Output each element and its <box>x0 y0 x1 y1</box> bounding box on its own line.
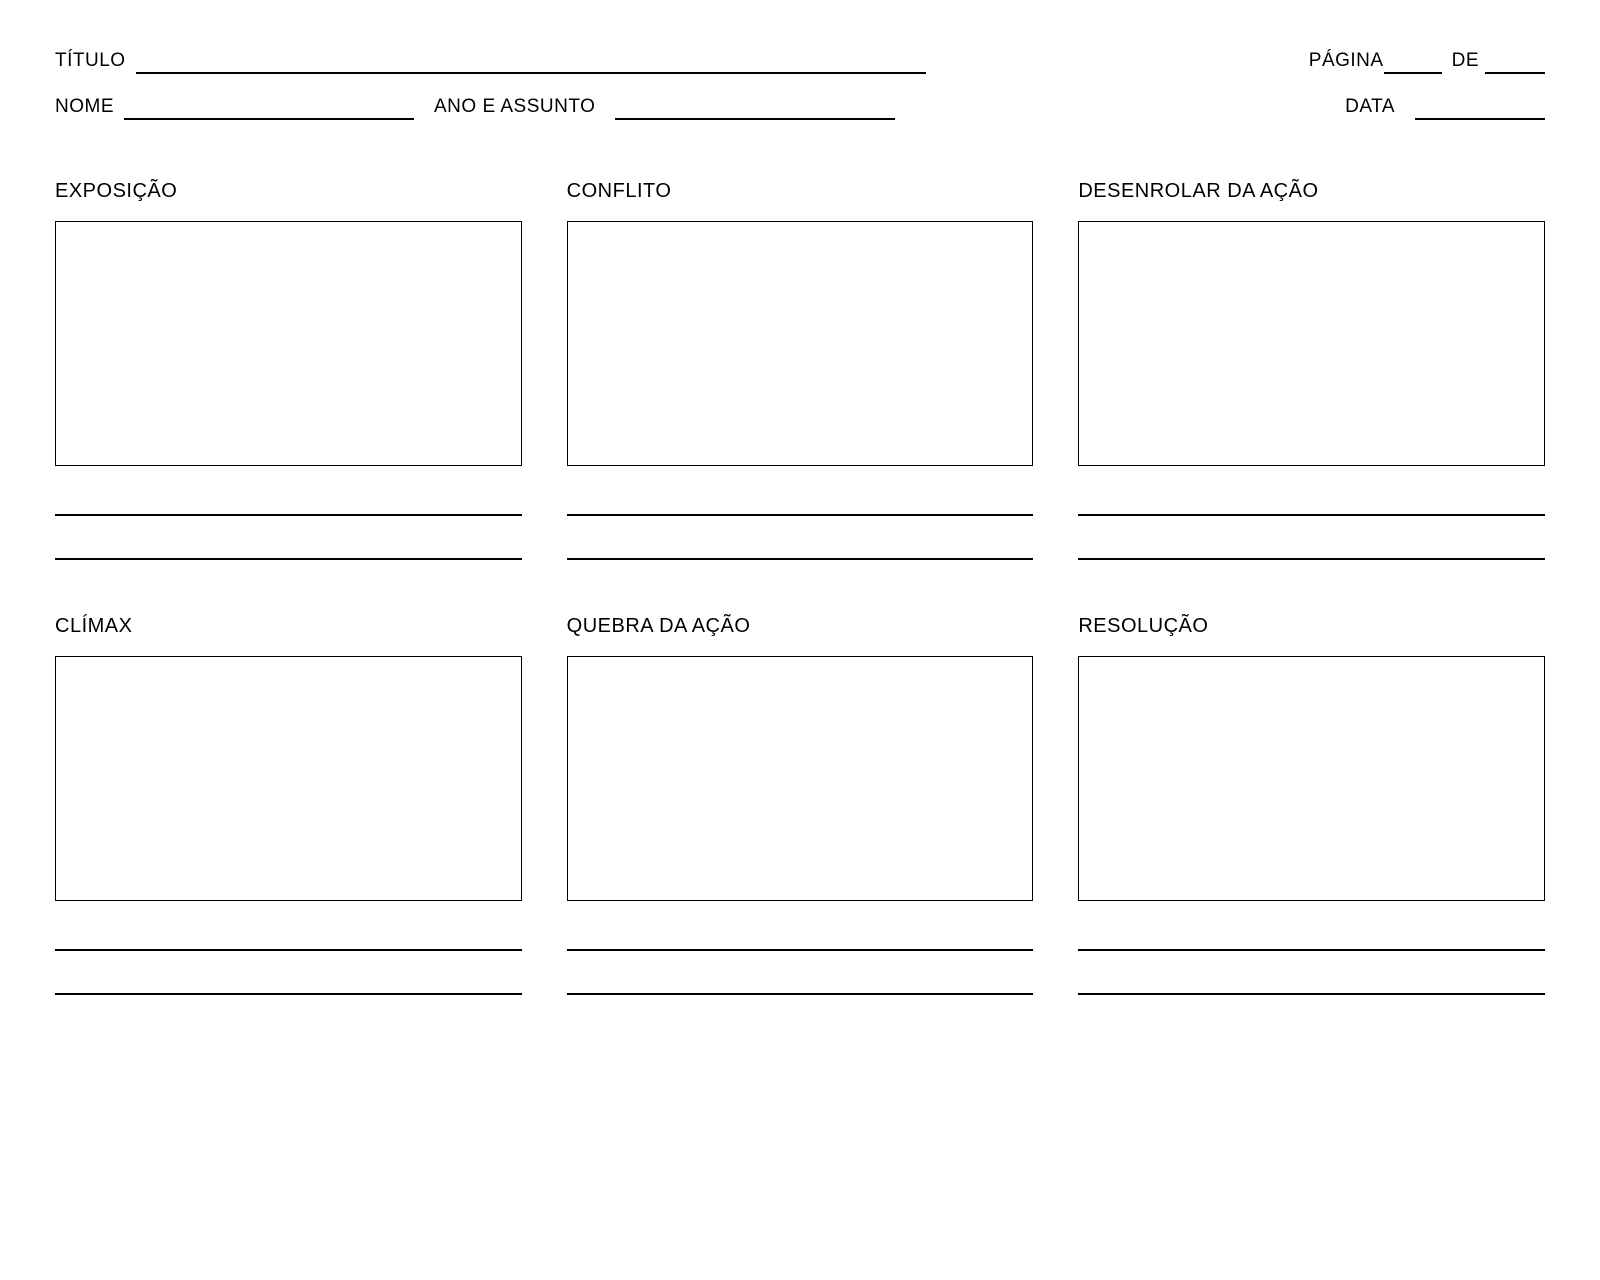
panel-title: EXPOSIÇÃO <box>55 180 522 203</box>
panel-exposicao: EXPOSIÇÃO <box>55 180 522 560</box>
caption-line[interactable] <box>567 973 1034 995</box>
panel-caption-lines <box>55 929 522 995</box>
panel-drawing-box[interactable] <box>567 221 1034 466</box>
titulo-label: TÍTULO <box>55 50 126 74</box>
caption-line[interactable] <box>567 494 1034 516</box>
nome-input-line[interactable] <box>124 100 414 120</box>
header-row-2: NOME ANO E ASSUNTO DATA <box>55 96 1545 120</box>
pagina-label: PÁGINA <box>1309 50 1384 74</box>
caption-line[interactable] <box>1078 494 1545 516</box>
panel-title: DESENROLAR DA AÇÃO <box>1078 180 1545 203</box>
header-row-1: TÍTULO PÁGINA DE <box>55 50 1545 74</box>
caption-line[interactable] <box>55 973 522 995</box>
panel-caption-lines <box>567 929 1034 995</box>
panel-caption-lines <box>1078 494 1545 560</box>
panel-conflito: CONFLITO <box>567 180 1034 560</box>
panel-drawing-box[interactable] <box>55 656 522 901</box>
panel-title: QUEBRA DA AÇÃO <box>567 615 1034 638</box>
panel-resolucao: RESOLUÇÃO <box>1078 615 1545 995</box>
pagina-total-input-line[interactable] <box>1485 54 1545 74</box>
panel-title: CONFLITO <box>567 180 1034 203</box>
caption-line[interactable] <box>1078 538 1545 560</box>
panel-climax: CLÍMAX <box>55 615 522 995</box>
caption-line[interactable] <box>567 929 1034 951</box>
ano-assunto-label: ANO E ASSUNTO <box>434 96 595 120</box>
panel-caption-lines <box>567 494 1034 560</box>
panel-drawing-box[interactable] <box>1078 656 1545 901</box>
caption-line[interactable] <box>1078 929 1545 951</box>
panel-quebra: QUEBRA DA AÇÃO <box>567 615 1034 995</box>
data-input-line[interactable] <box>1415 100 1545 120</box>
caption-line[interactable] <box>55 538 522 560</box>
caption-line[interactable] <box>55 494 522 516</box>
caption-line[interactable] <box>55 929 522 951</box>
panel-drawing-box[interactable] <box>1078 221 1545 466</box>
ano-assunto-input-line[interactable] <box>615 100 895 120</box>
de-label: DE <box>1452 50 1479 74</box>
panel-title: RESOLUÇÃO <box>1078 615 1545 638</box>
panel-title: CLÍMAX <box>55 615 522 638</box>
panel-caption-lines <box>55 494 522 560</box>
panel-caption-lines <box>1078 929 1545 995</box>
data-label: DATA <box>1345 96 1395 120</box>
caption-line[interactable] <box>567 538 1034 560</box>
storyboard-grid: EXPOSIÇÃO CONFLITO DESENROLAR DA AÇÃO CL… <box>55 180 1545 995</box>
titulo-input-line[interactable] <box>136 54 926 74</box>
panel-drawing-box[interactable] <box>567 656 1034 901</box>
nome-label: NOME <box>55 96 114 120</box>
pagina-num-input-line[interactable] <box>1384 54 1442 74</box>
caption-line[interactable] <box>1078 973 1545 995</box>
panel-desenrolar: DESENROLAR DA AÇÃO <box>1078 180 1545 560</box>
header-section: TÍTULO PÁGINA DE NOME ANO E ASSUNTO DATA <box>55 50 1545 120</box>
panel-drawing-box[interactable] <box>55 221 522 466</box>
